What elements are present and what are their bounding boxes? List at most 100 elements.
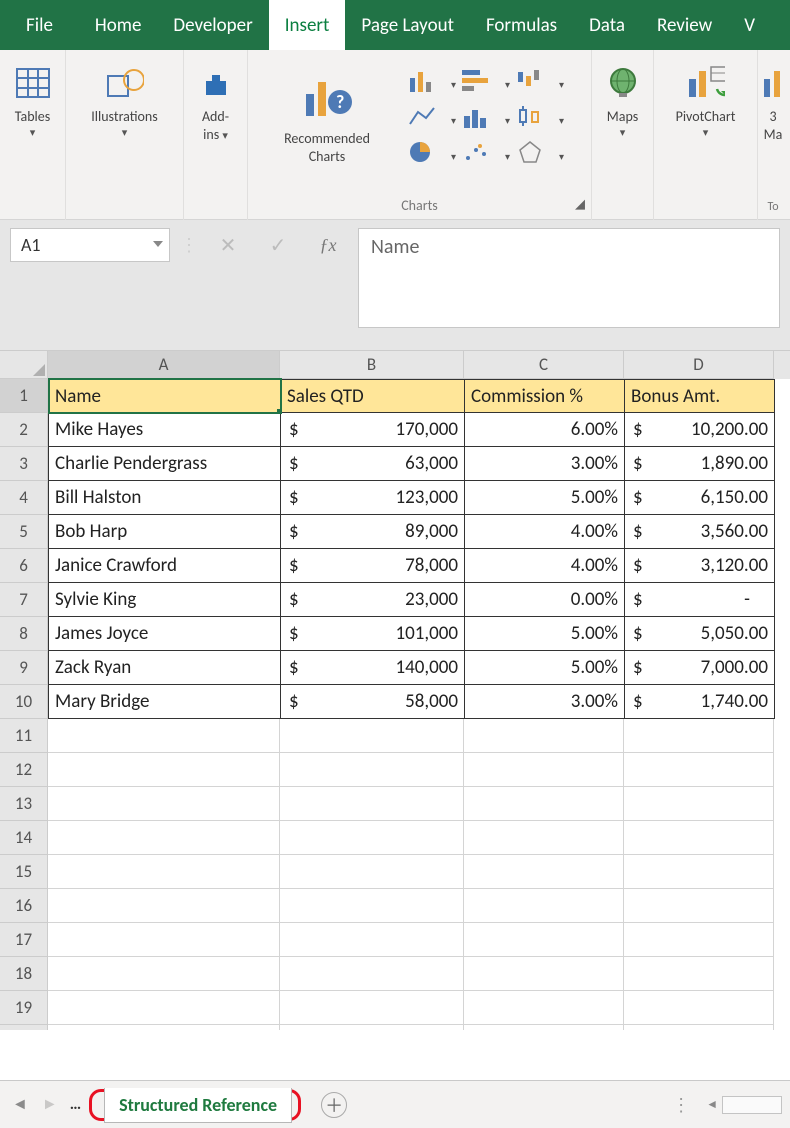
empty-cell[interactable] [48, 991, 280, 1025]
cell-bonus[interactable]: $1,890.00 [625, 447, 775, 481]
empty-cell[interactable] [464, 957, 624, 991]
empty-cell[interactable] [48, 753, 280, 787]
empty-cell[interactable] [464, 889, 624, 923]
pie-chart-icon[interactable]: ▾ [408, 140, 448, 168]
empty-cell[interactable] [624, 1025, 774, 1030]
empty-cell[interactable] [464, 753, 624, 787]
row-header-17[interactable]: 17 [0, 923, 48, 957]
row-header-8[interactable]: 8 [0, 617, 48, 651]
cell-sales[interactable]: $78,000 [281, 549, 465, 583]
cell-commission[interactable]: 5.00% [465, 617, 625, 651]
header-cell[interactable]: Commission % [465, 379, 625, 413]
sheet-tab-active[interactable]: Structured Reference [104, 1088, 292, 1123]
tab-review[interactable]: Review [641, 0, 728, 50]
cell-sales[interactable]: $63,000 [281, 447, 465, 481]
empty-cell[interactable] [624, 787, 774, 821]
row-header-9[interactable]: 9 [0, 651, 48, 685]
col-header-A[interactable]: A [48, 351, 280, 379]
row-header-19[interactable]: 19 [0, 991, 48, 1025]
tab-home[interactable]: Home [79, 0, 158, 50]
cell-bonus[interactable]: $3,120.00 [625, 549, 775, 583]
empty-cell[interactable] [48, 787, 280, 821]
row-header-10[interactable]: 10 [0, 685, 48, 719]
scatter-chart-icon[interactable]: ▾ [462, 140, 502, 168]
row-header-11[interactable]: 11 [0, 719, 48, 753]
empty-cell[interactable] [464, 923, 624, 957]
empty-cell[interactable] [624, 923, 774, 957]
cell-name[interactable]: Janice Crawford [49, 549, 281, 583]
cell-commission[interactable]: 5.00% [465, 481, 625, 515]
cell-sales[interactable]: $89,000 [281, 515, 465, 549]
boxwhisker-icon[interactable]: ▾ [516, 104, 556, 132]
name-box[interactable]: A1 [10, 228, 170, 262]
tab-next-button[interactable]: ► [38, 1091, 62, 1118]
empty-cell[interactable] [280, 923, 464, 957]
select-all-corner[interactable] [0, 351, 48, 379]
cell-commission[interactable]: 4.00% [465, 549, 625, 583]
cell-name[interactable]: Bob Harp [49, 515, 281, 549]
tab-options-icon[interactable]: ⋮ [662, 1094, 702, 1116]
cell-sales[interactable]: $101,000 [281, 617, 465, 651]
empty-cell[interactable] [48, 719, 280, 753]
cell-name[interactable]: Charlie Pendergrass [49, 447, 281, 481]
cell-commission[interactable]: 5.00% [465, 651, 625, 685]
row-header-3[interactable]: 3 [0, 447, 48, 481]
empty-cell[interactable] [464, 787, 624, 821]
cell-sales[interactable]: $23,000 [281, 583, 465, 617]
header-cell[interactable]: Bonus Amt. [625, 379, 775, 413]
bar-chart-icon[interactable]: ▾ [462, 68, 502, 96]
empty-cell[interactable] [624, 889, 774, 923]
enter-formula-button[interactable]: ✓ [258, 228, 298, 262]
row-header-6[interactable]: 6 [0, 549, 48, 583]
cell-bonus[interactable]: $10,200.00 [625, 413, 775, 447]
row-header-16[interactable]: 16 [0, 889, 48, 923]
row-header-2[interactable]: 2 [0, 413, 48, 447]
empty-cell[interactable] [280, 719, 464, 753]
empty-cell[interactable] [280, 1025, 464, 1030]
empty-cell[interactable] [624, 753, 774, 787]
addins-button[interactable]: Add- ins ▾ [185, 56, 247, 145]
empty-cell[interactable] [280, 787, 464, 821]
empty-cell[interactable] [280, 855, 464, 889]
tab-developer[interactable]: Developer [157, 0, 268, 50]
empty-cell[interactable] [624, 821, 774, 855]
empty-cell[interactable] [464, 991, 624, 1025]
cell-name[interactable]: Zack Ryan [49, 651, 281, 685]
dropdown-icon[interactable] [153, 241, 163, 247]
tab-insert[interactable]: Insert [269, 0, 346, 50]
row-header-20[interactable]: 20 [0, 1025, 48, 1030]
tab-file[interactable]: File [0, 0, 79, 50]
tab-page-layout[interactable]: Page Layout [345, 0, 470, 50]
cell-name[interactable]: James Joyce [49, 617, 281, 651]
empty-cell[interactable] [464, 855, 624, 889]
line-chart-icon[interactable]: ▾ [408, 104, 448, 132]
cell-bonus[interactable]: $7,000.00 [625, 651, 775, 685]
header-cell[interactable]: Sales QTD [281, 379, 465, 413]
cancel-formula-button[interactable]: ✕ [208, 228, 248, 262]
row-header-4[interactable]: 4 [0, 481, 48, 515]
row-header-12[interactable]: 12 [0, 753, 48, 787]
new-sheet-button[interactable]: ＋ [321, 1092, 347, 1118]
cell-name[interactable]: Mary Bridge [49, 685, 281, 719]
tab-prev-button[interactable]: ◄ [8, 1091, 32, 1118]
formula-bar[interactable]: Name [358, 228, 780, 328]
row-header-14[interactable]: 14 [0, 821, 48, 855]
cell-commission[interactable]: 0.00% [465, 583, 625, 617]
cell-bonus[interactable]: $1,740.00 [625, 685, 775, 719]
pivotchart-button[interactable]: PivotChart ▾ [656, 56, 756, 139]
cell-commission[interactable]: 3.00% [465, 447, 625, 481]
row-header-18[interactable]: 18 [0, 957, 48, 991]
col-header-D[interactable]: D [624, 351, 774, 379]
empty-cell[interactable] [280, 889, 464, 923]
cell-bonus[interactable]: $- [625, 583, 775, 617]
cell-name[interactable]: Bill Halston [49, 481, 281, 515]
waterfall-chart-icon[interactable]: ▾ [516, 68, 556, 96]
hscroll-track[interactable] [722, 1096, 782, 1114]
row-header-7[interactable]: 7 [0, 583, 48, 617]
empty-cell[interactable] [624, 855, 774, 889]
cell-sales[interactable]: $170,000 [281, 413, 465, 447]
cell-bonus[interactable]: $6,150.00 [625, 481, 775, 515]
cell-name[interactable]: Sylvie King [49, 583, 281, 617]
cell-commission[interactable]: 4.00% [465, 515, 625, 549]
empty-cell[interactable] [48, 821, 280, 855]
